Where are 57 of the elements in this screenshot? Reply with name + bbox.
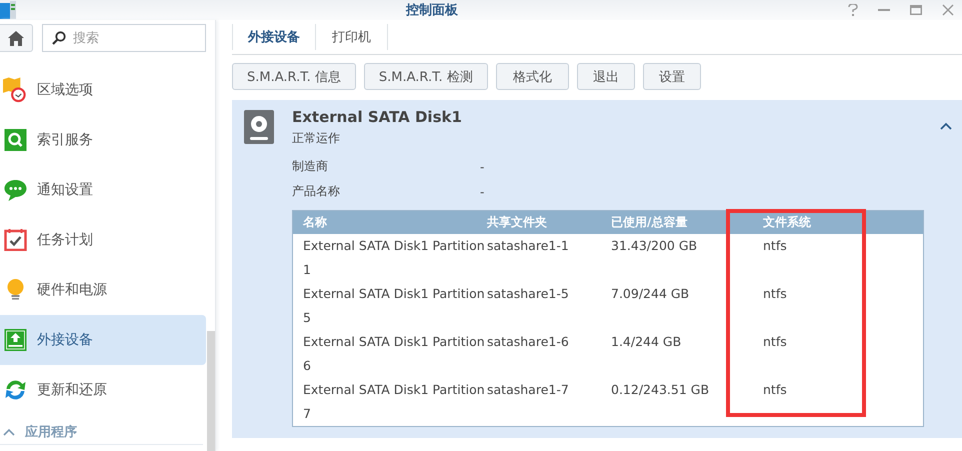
table-cell-text: 7.09/244 GB <box>611 285 690 303</box>
column-header: 文件系统 <box>763 214 811 231</box>
table-cell-text: 31.43/200 GB <box>611 237 698 255</box>
close-icon[interactable] <box>942 4 954 16</box>
sidebar-item[interactable]: 更新和还原 <box>0 365 206 415</box>
table-cell-text: ntfs <box>763 285 787 303</box>
sidebar-item[interactable]: 索引服务 <box>0 115 206 165</box>
collapse-caret-icon[interactable] <box>940 122 952 130</box>
sidebar-item[interactable]: 外接设备 <box>0 315 206 365</box>
home-button[interactable] <box>0 24 33 52</box>
help-icon[interactable] <box>848 4 858 16</box>
table-cell-text: satashare1-7 <box>486 381 570 399</box>
toolbar-button[interactable]: S.M.A.R.T. 检测 <box>364 63 488 90</box>
sidebar-item[interactable]: 任务计划 <box>0 215 206 265</box>
column-header: 已使用/总容量 <box>611 214 688 231</box>
toolbar-button[interactable]: 退出 <box>576 63 635 90</box>
search-field[interactable]: 搜索 <box>42 24 206 52</box>
maximize-icon[interactable] <box>910 5 922 15</box>
chat-bubble-icon <box>3 179 28 201</box>
table-cell-text: satashare1-6 <box>486 333 570 351</box>
table-cell-text: ntfs <box>763 333 787 351</box>
tab[interactable]: 外接设备 <box>232 24 316 50</box>
home-icon <box>8 30 24 46</box>
search-square-icon <box>3 129 28 151</box>
table-cell-text: 1.4/244 GB <box>611 333 682 351</box>
calendar-check-icon <box>3 229 28 251</box>
property-label: 制造商 <box>292 158 329 175</box>
table-cell-text: satashare1-5 <box>486 285 570 303</box>
column-header: 共享文件夹 <box>486 214 548 231</box>
map-clock-icon <box>3 77 28 103</box>
upload-icon <box>3 329 28 351</box>
toolbar-button[interactable]: 设置 <box>642 63 701 90</box>
table-cell-text: satashare1-1 <box>486 237 570 255</box>
table-cell-text: ntfs <box>763 237 787 255</box>
table-cell-text: External SATA Disk1 Partition 6 <box>302 333 485 375</box>
table-cell-text: External SATA Disk1 Partition 7 <box>302 381 485 423</box>
sidebar-item[interactable]: 区域选项 <box>0 65 206 115</box>
app-logo-icon <box>0 1 16 19</box>
property-label: 产品名称 <box>292 183 341 200</box>
table-cell-text: External SATA Disk1 Partition 5 <box>302 285 485 327</box>
column-header: 名称 <box>302 214 328 231</box>
table-cell-text: External SATA Disk1 Partition 1 <box>302 237 485 279</box>
sidebar-item[interactable]: 硬件和电源 <box>0 265 206 315</box>
disk-status: 正常运作 <box>292 130 341 147</box>
refresh-icon <box>3 379 28 401</box>
toolbar-button[interactable]: 格式化 <box>496 63 569 90</box>
property-value: - <box>480 160 484 174</box>
sidebar-item[interactable]: 通知设置 <box>0 165 206 215</box>
toolbar-button[interactable]: S.M.A.R.T. 信息 <box>232 63 356 90</box>
property-value: - <box>480 184 484 198</box>
table-cell-text: ntfs <box>763 381 787 399</box>
tab[interactable]: 打印机 <box>316 24 388 50</box>
table-cell-text: 0.12/243.51 GB <box>611 381 710 399</box>
window-title: 控制面板 <box>404 2 459 19</box>
caret-icon <box>3 428 15 436</box>
scrollbar[interactable] <box>207 331 215 451</box>
disk-name: External SATA Disk1 <box>292 108 463 128</box>
